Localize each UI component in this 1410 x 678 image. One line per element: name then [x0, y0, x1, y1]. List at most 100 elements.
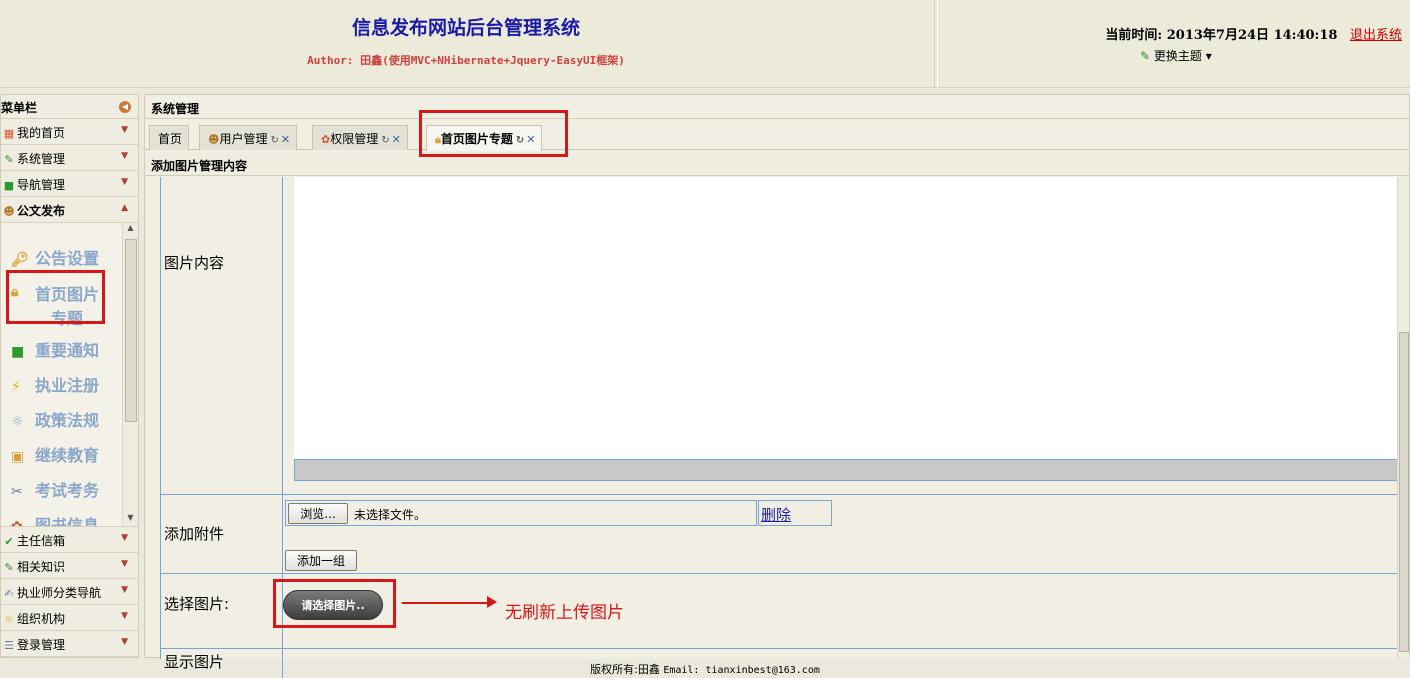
- key-icon: 🔑︎: [11, 252, 29, 268]
- menu-item-login[interactable]: ☰ 登录管理 ▼: [1, 631, 138, 657]
- chevron-down-icon: ▼: [121, 637, 128, 647]
- menu-item-nav[interactable]: ■ 导航管理 ▼: [1, 171, 138, 197]
- header-divider: [934, 0, 938, 88]
- submenu-item-notice[interactable]: 🔑︎ 公告设置: [11, 245, 121, 269]
- menu-label: 主任信箱: [17, 534, 66, 548]
- menu-item-category-nav[interactable]: ✍ 执业师分类导航 ▼: [1, 579, 138, 605]
- header-left: 信息发布网站后台管理系统 Author: 田鑫(使用MVC+NHibernate…: [0, 0, 932, 88]
- delete-cell: 删除: [758, 500, 832, 526]
- tab-home[interactable]: 首页: [149, 125, 190, 150]
- main-panel: 系统管理 首页 ☻用户管理 ↻ ✕ ✿权限管理 ↻ ✕ 🔒︎首页图片专题 ↻ ✕ 添加图片管…: [144, 94, 1410, 678]
- file-input[interactable]: 浏览... 未选择文件。: [285, 500, 757, 526]
- scroll-thumb[interactable]: [125, 239, 137, 422]
- submenu-item-register[interactable]: ⚡︎ 执业注册: [11, 372, 121, 396]
- menu-label: 系统管理: [17, 152, 66, 166]
- tab-label: 用户管理: [219, 132, 268, 146]
- menu-item-organization[interactable]: ☼ 组织机构 ▼: [1, 605, 138, 631]
- main-title: 系统管理: [145, 95, 1409, 119]
- menu-item-system[interactable]: ✎ 系统管理 ▼: [1, 145, 138, 171]
- submenu-scrollbar[interactable]: ▲ ▼: [122, 223, 138, 526]
- palette-icon: ✿: [321, 133, 331, 146]
- submenu-label: 政策法规: [35, 411, 100, 430]
- chevron-down-icon: ▼: [121, 125, 128, 135]
- add-group-button[interactable]: 添加一组: [285, 550, 357, 571]
- chevron-down-icon: ▼: [121, 611, 128, 621]
- users-icon: ☻: [3, 205, 15, 218]
- time-label: 当前时间:: [1105, 28, 1163, 43]
- submenu-item-books[interactable]: ✿ 图书信息: [11, 512, 121, 526]
- header: 信息发布网站后台管理系统 Author: 田鑫(使用MVC+NHibernate…: [0, 0, 1410, 88]
- site-author: Author: 田鑫(使用MVC+NHibernate+Jquery-EasyU…: [307, 54, 625, 67]
- row-divider: [282, 177, 283, 494]
- scroll-down-icon[interactable]: ▼: [123, 513, 138, 526]
- bulb-icon: ☼: [4, 613, 14, 626]
- grid-icon: ▦: [3, 127, 15, 140]
- label-attachment: 添加附件: [164, 525, 225, 543]
- menu-item-home[interactable]: ▦ 我的首页 ▼: [1, 119, 138, 145]
- scroll-up-icon[interactable]: ▲: [123, 223, 138, 237]
- scroll-thumb[interactable]: [1399, 332, 1409, 652]
- collapse-icon[interactable]: ◀: [119, 101, 131, 113]
- editor-status-bar: [294, 459, 1400, 481]
- package-icon: ▣: [11, 449, 25, 465]
- users-icon: ☻: [208, 133, 220, 146]
- menu-item-publish[interactable]: ☻ 公文发布 ▲: [1, 197, 138, 223]
- submenu-label: 执业注册: [35, 376, 100, 395]
- chevron-down-icon: ▼: [121, 533, 128, 543]
- row-attachment: 添加附件 浏览... 未选择文件。 删除 添加一组: [161, 495, 1401, 574]
- close-icon[interactable]: ✕: [392, 133, 401, 146]
- refresh-icon[interactable]: ↻: [381, 135, 389, 146]
- annotation-text: 无刷新上传图片: [505, 603, 624, 623]
- chevron-down-icon: ▼: [121, 177, 128, 187]
- chevron-up-icon: ▲: [121, 203, 128, 213]
- sidebar-title: 菜单栏: [1, 101, 38, 115]
- menu-item-director-mail[interactable]: ✔ 主任信箱 ▼: [1, 527, 138, 553]
- refresh-icon[interactable]: ↻: [270, 135, 278, 146]
- content-scrollbar[interactable]: [1397, 177, 1409, 659]
- pencil-icon: ✎: [4, 561, 14, 574]
- footer: 版权所有:田鑫 Email: tianxinbest@163.com: [0, 658, 1410, 678]
- time-value: 2013年7月24日 14:40:18: [1166, 28, 1338, 43]
- submenu-item-policy[interactable]: ☼ 政策法规: [11, 407, 121, 431]
- sidebar: 菜单栏 ◀ ▦ 我的首页 ▼ ✎ 系统管理 ▼ ■ 导航管理 ▼ ☻ 公文发布 ▲ 🔑︎…: [0, 94, 139, 658]
- browse-button[interactable]: 浏览...: [288, 503, 348, 524]
- caret-down-icon: ▾: [1205, 49, 1212, 63]
- submenu-item-exam[interactable]: ✂ 考试考务: [11, 477, 121, 501]
- menu-label: 我的首页: [17, 126, 66, 140]
- highlight-box-choose: [273, 579, 396, 628]
- footer-email: Email: tianxinbest@163.com: [663, 665, 820, 676]
- chevron-down-icon: ▼: [121, 151, 128, 161]
- tab-permission-management[interactable]: ✿权限管理 ↻ ✕: [312, 125, 408, 150]
- close-icon[interactable]: ✕: [281, 133, 290, 146]
- site-title: 信息发布网站后台管理系统: [351, 17, 580, 39]
- submenu-item-important[interactable]: ■ 重要通知: [11, 337, 121, 361]
- menu-label: 导航管理: [17, 178, 66, 192]
- pencil-icon: ✎: [1140, 49, 1151, 63]
- theme-menu[interactable]: ✎ 更换主题 ▾: [1140, 47, 1212, 64]
- menu-label: 相关知识: [17, 560, 66, 574]
- tab-label: 首页: [158, 132, 183, 146]
- footer-copyright: 版权所有:田鑫: [590, 663, 664, 676]
- logout-link[interactable]: 退出系统: [1350, 28, 1402, 43]
- menu-label: 登录管理: [17, 638, 66, 652]
- edit-icon: ✍: [4, 587, 14, 600]
- delete-link[interactable]: 删除: [761, 504, 791, 525]
- file-status: 未选择文件。: [354, 508, 427, 522]
- submenu-item-education[interactable]: ▣ 继续教育: [11, 442, 121, 466]
- row-divider: [282, 495, 283, 573]
- highlight-box-tab: [419, 110, 568, 157]
- submenu-label: 公告设置: [35, 249, 100, 268]
- content-editor[interactable]: [294, 177, 1399, 462]
- chevron-down-icon: ▼: [121, 559, 128, 569]
- annotation-arrow-line: [402, 602, 490, 604]
- submenu-panel: 🔑︎ 公告设置 🔒︎ 首页图片 专题 ■ 重要通知 ⚡︎ 执业注册 ☼ 政策法规 ▣ 继续教育…: [1, 223, 138, 527]
- submenu-label: 继续教育: [35, 446, 100, 465]
- list-icon: ☰: [4, 639, 14, 652]
- tab-user-management[interactable]: ☻用户管理 ↻ ✕: [199, 125, 298, 150]
- theme-label: 更换主题: [1153, 49, 1202, 63]
- content-title: 添加图片管理内容: [145, 152, 1409, 176]
- menu-item-knowledge[interactable]: ✎ 相关知识 ▼: [1, 553, 138, 579]
- time-display: 当前时间: 2013年7月24日 14:40:18 退出系统: [1105, 24, 1402, 43]
- menu-label: 公文发布: [17, 204, 66, 218]
- green-box-icon: ■: [3, 179, 15, 192]
